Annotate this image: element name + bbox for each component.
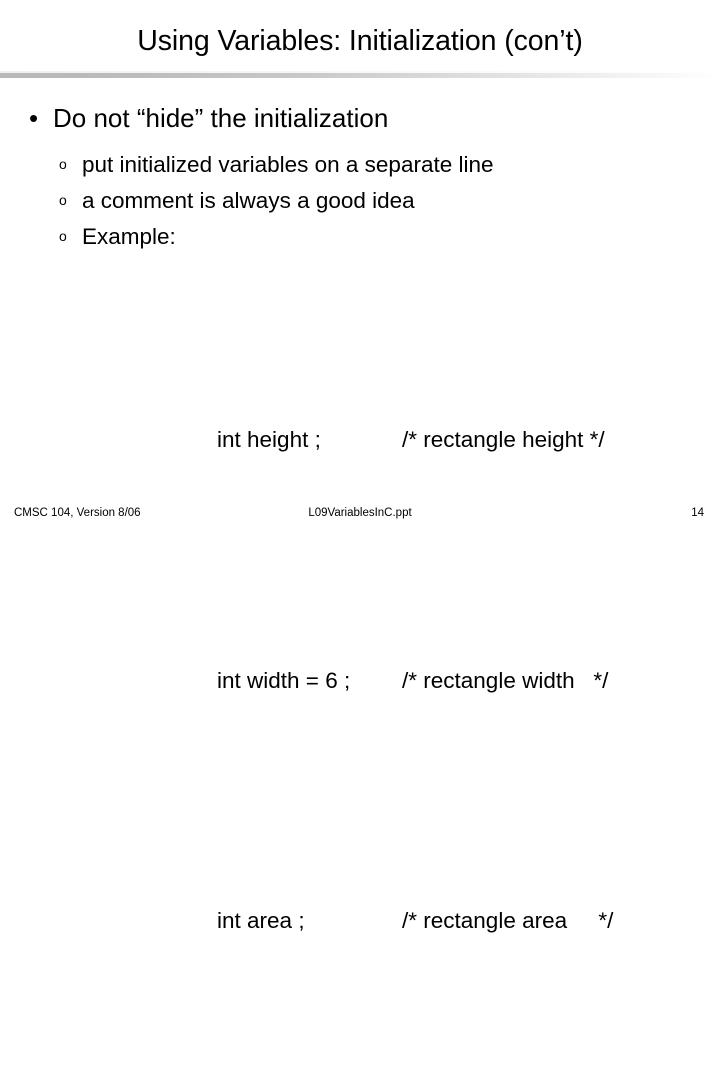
- list-item: o a comment is always a good idea: [0, 188, 720, 213]
- code-declaration: int height ;: [217, 427, 321, 453]
- sub-bullet-label: put initialized variables on a separate …: [82, 151, 494, 177]
- code-line: int width = 6 ; /* rectangle width */: [167, 621, 720, 741]
- title-divider: [0, 73, 720, 78]
- code-line: int height ; /* rectangle height */: [167, 380, 720, 500]
- code-line: int area ; /* rectangle area */: [167, 861, 720, 981]
- sub-bullet-list: o put initialized variables on a separat…: [0, 152, 720, 250]
- sub-bullet-label: Example:: [82, 224, 176, 249]
- code-comment: /* rectangle height */: [402, 427, 605, 453]
- code-comment: /* rectangle width */: [402, 667, 609, 693]
- title-area: Using Variables: Initialization (con’t): [0, 25, 720, 58]
- code-declaration: int width = 6 ;: [217, 667, 351, 693]
- list-item: o Example:: [0, 224, 720, 249]
- sub-bullet-label: a comment is always a good idea: [82, 187, 415, 213]
- slide-footer: CMSC 104, Version 8/06 L09VariablesInC.p…: [0, 507, 720, 527]
- footer-page-number: 14: [691, 507, 704, 519]
- code-declaration: int area ;: [217, 907, 305, 933]
- list-item: o put initialized variables on a separat…: [0, 152, 720, 177]
- page-title: Using Variables: Initialization (con’t): [137, 25, 583, 57]
- footer-filename-label: L09VariablesInC.ppt: [308, 507, 412, 519]
- bullet-main-label: Do not “hide” the initialization: [53, 103, 389, 133]
- bullet-circle-icon: o: [59, 155, 67, 172]
- code-example-block: int height ; /* rectangle height */ int w…: [0, 260, 720, 1080]
- code-comment: /* rectangle area */: [402, 907, 614, 933]
- bullet-circle-icon: o: [59, 191, 67, 208]
- bullet-dot-icon: •: [29, 103, 39, 133]
- slide-canvas: Using Variables: Initialization (con’t) …: [0, 0, 720, 933]
- bullet-item-main: • Do not “hide” the initialization: [0, 103, 720, 134]
- bullet-circle-icon: o: [59, 228, 67, 244]
- slide-body: • Do not “hide” the initialization o put…: [0, 103, 720, 1080]
